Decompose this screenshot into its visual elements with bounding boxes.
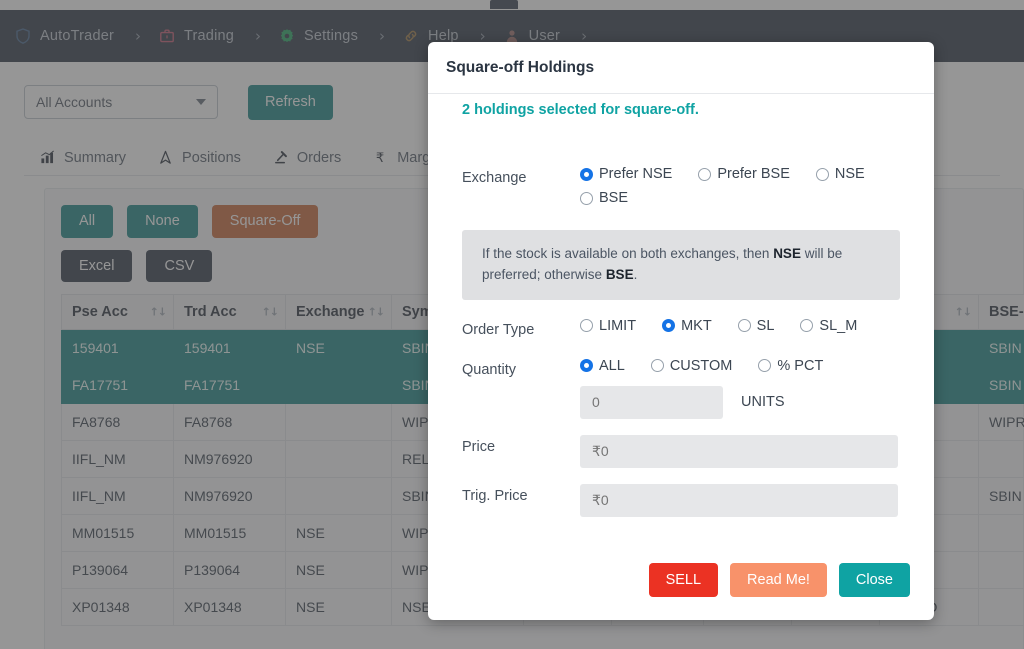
- quantity-option-label: ALL: [599, 357, 625, 374]
- exchange-radio-group: Prefer NSE Prefer BSE NSE BSE: [580, 166, 900, 214]
- order-type-option-limit[interactable]: LIMIT: [580, 318, 636, 334]
- exchange-option-prefer-bse[interactable]: Prefer BSE: [698, 166, 790, 182]
- quantity-radio-group: ALL CUSTOM % PCT: [580, 358, 900, 382]
- hint-bold-nse: NSE: [773, 246, 801, 261]
- order-type-option-label: SL: [756, 317, 775, 334]
- hint-pre: If the stock is available on both exchan…: [482, 246, 774, 261]
- exchange-option-label: Prefer BSE: [717, 166, 790, 182]
- sell-button[interactable]: SELL: [648, 562, 719, 598]
- exchange-option-label: NSE: [834, 166, 865, 182]
- close-button[interactable]: Close: [838, 562, 910, 598]
- order-type-radio-group: LIMIT MKT SL SL_M: [580, 318, 900, 342]
- order-type-label: Order Type: [462, 321, 535, 338]
- order-type-option-sl-m[interactable]: SL_M: [800, 318, 857, 334]
- selection-note: 2 holdings selected for square-off.: [462, 102, 699, 118]
- quantity-option-pct[interactable]: % PCT: [758, 358, 823, 374]
- hint-bold-bse: BSE: [605, 266, 634, 282]
- modal-footer: SELL Read Me! Close: [428, 548, 934, 620]
- exchange-option-label: BSE: [599, 190, 629, 206]
- quantity-units-label: UNITS: [741, 394, 785, 411]
- exchange-field: Exchange Prefer NSE Prefer BSE NSE BSE: [462, 166, 900, 214]
- exchange-option-bse[interactable]: BSE: [580, 190, 628, 206]
- quantity-option-label: % PCT: [777, 357, 824, 374]
- quantity-input-row: UNITS: [580, 385, 900, 419]
- exchange-option-label: Prefer NSE: [599, 166, 673, 182]
- read-me-button[interactable]: Read Me!: [730, 562, 827, 598]
- order-type-option-label: MKT: [681, 317, 712, 334]
- quantity-field: Quantity ALL CUSTOM % PCT 0 UNITS: [462, 358, 900, 419]
- radio-indicator: [580, 359, 593, 373]
- trigger-price-field: Trig. Price: [462, 483, 900, 517]
- trigger-price-input[interactable]: [580, 483, 898, 517]
- quantity-label: Quantity: [462, 361, 516, 378]
- radio-indicator: [662, 319, 676, 333]
- radio-indicator: [815, 167, 829, 181]
- trigger-price-label: Trig. Price: [462, 487, 528, 504]
- order-type-option-label: SL_M: [819, 317, 858, 334]
- hint-post: .: [633, 266, 638, 282]
- app-root: AutoTrader › Trading › Settings ›: [0, 0, 1024, 649]
- square-off-modal: Square-off Holdings 2 holdings selected …: [428, 42, 934, 620]
- order-type-option-mkt[interactable]: MKT: [662, 318, 712, 334]
- radio-indicator: [698, 167, 712, 181]
- exchange-label: Exchange: [462, 170, 527, 186]
- radio-indicator: [580, 191, 593, 205]
- price-field: Price: [462, 434, 900, 468]
- modal-body: Exchange Prefer NSE Prefer BSE NSE BSE I…: [428, 144, 934, 548]
- radio-indicator: [737, 319, 751, 333]
- price-label: Price: [462, 438, 496, 455]
- radio-indicator: [800, 319, 814, 333]
- order-type-option-sl[interactable]: SL: [737, 317, 775, 334]
- exchange-option-prefer-nse[interactable]: Prefer NSE: [580, 166, 672, 182]
- quantity-input[interactable]: [580, 385, 723, 419]
- order-type-field: Order Type LIMIT MKT SL SL_M: [462, 318, 900, 342]
- order-type-option-label: LIMIT: [599, 317, 637, 334]
- radio-indicator: [758, 359, 772, 373]
- exchange-option-nse[interactable]: NSE: [815, 166, 865, 182]
- modal-header: Square-off Holdings: [428, 42, 934, 94]
- exchange-hint: If the stock is available on both exchan…: [462, 230, 900, 300]
- modal-title: Square-off Holdings: [446, 58, 595, 76]
- price-input[interactable]: [580, 434, 898, 468]
- radio-indicator: [650, 359, 664, 373]
- radio-indicator: [580, 167, 593, 181]
- quantity-option-label: CUSTOM: [669, 357, 733, 374]
- quantity-option-all[interactable]: ALL: [580, 358, 625, 374]
- radio-indicator: [580, 319, 593, 333]
- quantity-option-custom[interactable]: CUSTOM: [650, 357, 733, 374]
